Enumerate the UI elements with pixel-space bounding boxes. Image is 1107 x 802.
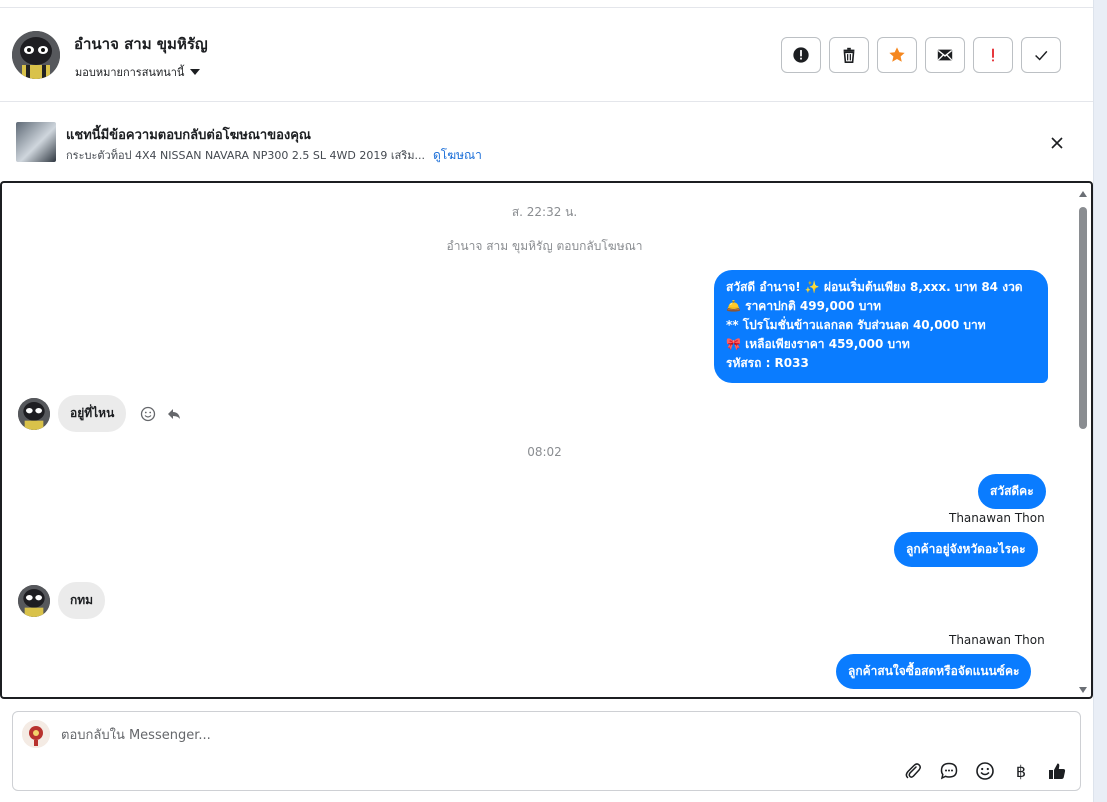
check-icon (1035, 50, 1048, 61)
alert-button[interactable] (781, 37, 821, 73)
promo-line: 🎀 เหลือเพียงราคา 459,000 บาท (726, 337, 910, 351)
ad-banner-title: แชทนี้มีข้อความตอบกลับต่อโฆษณาของคุณ (66, 128, 311, 143)
promo-line: ** โปรโมชั่นข้าวแลกลด รับส่วนลด 40,000 บ… (726, 318, 986, 332)
incoming-message-row: กทม (18, 582, 106, 619)
header-actions (781, 37, 1061, 73)
outgoing-message[interactable]: ลูกค้าสนใจซื้อสดหรือจัดแนนซ์คะ (836, 654, 1032, 689)
baht-icon: ฿ (1015, 761, 1027, 781)
contact-avatar-small[interactable] (18, 584, 50, 617)
mark-done-button[interactable] (1021, 37, 1061, 73)
right-panel-edge (1093, 0, 1107, 802)
promo-line: รหัสรถ : R033 (726, 356, 809, 370)
conversation-header: อำนาจ สาม ขุมหิรัญ มอบหมายการสนทนานี้ (0, 8, 1093, 102)
ad-reply-banner: แชทนี้มีข้อความตอบกลับต่อโฆษณาของคุณ กระ… (0, 102, 1093, 180)
trash-icon (843, 47, 855, 64)
timestamp: ส. 22:32 น. (511, 205, 578, 219)
scroll-down-arrow-icon[interactable] (1079, 687, 1087, 693)
contact-avatar-small[interactable] (18, 397, 50, 430)
incoming-message-row: อยู่ที่ไหน (18, 395, 182, 432)
promo-line: สวัสดี อำนาจ! ✨ ผ่อนเริ่มต้นเพียง 8,xxx.… (726, 280, 1023, 294)
attach-button[interactable] (902, 760, 924, 782)
payment-button[interactable]: ฿ (1010, 760, 1032, 782)
reply-arrow-icon[interactable] (166, 406, 182, 422)
close-icon (1051, 137, 1063, 149)
react-smiley-icon[interactable] (140, 406, 156, 422)
envelope-icon (937, 49, 953, 61)
scrollbar[interactable] (1079, 187, 1089, 695)
system-message: อำนาจ สาม ขุมหิรัญ ตอบกลับโฆษณา (446, 239, 643, 253)
outgoing-message-promo[interactable]: สวัสดี อำนาจ! ✨ ผ่อนเริ่มต้นเพียง 8,xxx.… (714, 270, 1048, 383)
scroll-up-arrow-icon[interactable] (1079, 191, 1087, 197)
caret-down-icon (190, 69, 201, 75)
incoming-message[interactable]: กทม (58, 582, 106, 619)
sender-name: Thanawan Thon (949, 633, 1045, 647)
thumbs-up-icon (1049, 763, 1066, 779)
sender-name: Thanawan Thon (949, 511, 1045, 525)
star-icon (889, 47, 905, 62)
like-button[interactable] (1046, 760, 1068, 782)
ad-thumbnail[interactable] (16, 122, 56, 162)
mark-unread-button[interactable] (925, 37, 965, 73)
ad-description: กระบะตัวท็อป 4X4 NISSAN NAVARA NP300 2.5… (66, 149, 425, 162)
outgoing-message[interactable]: สวัสดีคะ (978, 474, 1046, 509)
star-button[interactable] (877, 37, 917, 73)
paperclip-icon (905, 763, 921, 779)
reply-input[interactable] (61, 724, 861, 746)
delete-button[interactable] (829, 37, 869, 73)
spam-button[interactable] (973, 37, 1013, 73)
ad-banner-subtitle: กระบะตัวท็อป 4X4 NISSAN NAVARA NP300 2.5… (66, 146, 482, 165)
inbox-conversation: อำนาจ สาม ขุมหิรัญ มอบหมายการสนทนานี้ แช… (0, 0, 1107, 802)
exclamation-icon (992, 48, 994, 62)
emoji-button[interactable] (974, 760, 996, 782)
contact-avatar[interactable] (12, 31, 60, 79)
timestamp: 08:02 (527, 445, 562, 459)
contact-name[interactable]: อำนาจ สาม ขุมหิรัญ (74, 32, 208, 56)
smiley-icon (976, 762, 994, 780)
close-banner-button[interactable] (1046, 132, 1068, 154)
message-tools (140, 406, 182, 422)
message-composer: ฿ (12, 711, 1081, 791)
outgoing-message[interactable]: ลูกค้าอยู่จังหวัดอะไรคะ (894, 532, 1038, 567)
assign-conversation-dropdown[interactable]: มอบหมายการสนทนานี้ (75, 63, 201, 81)
saved-replies-button[interactable] (938, 760, 960, 782)
promo-line: 🛎️ ราคาปกติ 499,000 บาท (726, 299, 882, 313)
composer-tools: ฿ (902, 760, 1068, 782)
chat-bubble-icon (940, 762, 958, 780)
alert-circle-icon (793, 47, 809, 63)
assign-label: มอบหมายการสนทนานี้ (75, 66, 185, 79)
message-thread[interactable]: ส. 22:32 น. อำนาจ สาม ขุมหิรัญ ตอบกลับโฆ… (0, 181, 1093, 699)
view-ad-link[interactable]: ดูโฆษณา (433, 146, 482, 165)
incoming-message[interactable]: อยู่ที่ไหน (58, 395, 127, 432)
page-avatar (22, 720, 50, 748)
